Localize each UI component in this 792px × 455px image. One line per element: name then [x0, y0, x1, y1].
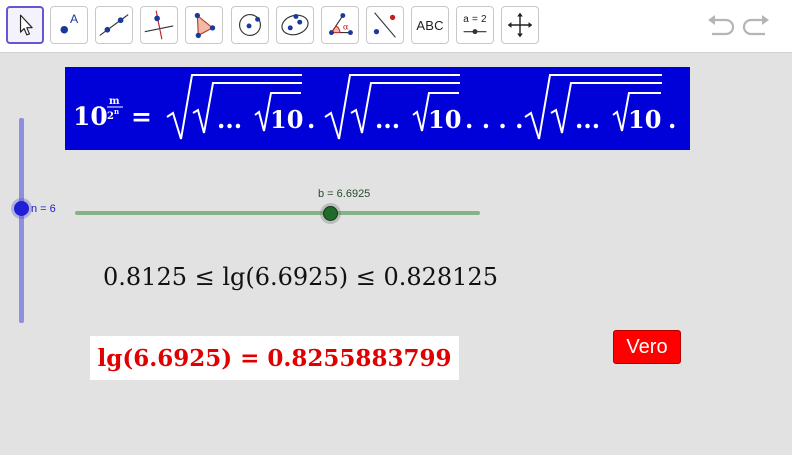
circle-tool-button[interactable]: [231, 6, 269, 44]
formula-ten-3: 10: [628, 105, 661, 134]
move-tool-button[interactable]: [6, 6, 44, 44]
formula-sep-1: .: [307, 105, 315, 134]
b-slider-track[interactable]: [75, 211, 480, 215]
formula-exp-num: m: [109, 96, 120, 107]
point-tool-button[interactable]: A: [50, 6, 88, 44]
circle-center-point-icon: [239, 14, 261, 36]
graphics-view[interactable]: 10 m 2 n = ... 10 . ... 10 . . . . ... 1…: [0, 53, 792, 455]
formula-middle-dots: . . . .: [465, 105, 524, 134]
formula-base: 10: [73, 102, 108, 131]
move-arrows-icon: [507, 12, 533, 38]
ellipse-tool-button[interactable]: [276, 6, 314, 44]
reflect-tool-button[interactable]: [366, 6, 404, 44]
text-tool-label: ABC: [416, 17, 444, 33]
polygon-icon: [194, 12, 216, 39]
angle-tool-button[interactable]: α: [321, 6, 359, 44]
point-tool-glyph: A: [70, 12, 79, 26]
formula-sep-3: .: [668, 105, 676, 134]
angle-icon: α: [329, 13, 353, 36]
ellipse-icon: [281, 14, 309, 36]
formula-dots-2: ...: [375, 105, 400, 134]
formula-equals: =: [131, 102, 152, 131]
n-slider-knob[interactable]: [14, 201, 29, 216]
formula-svg: 10 m 2 n = ... 10 . ... 10 . . . . ... 1…: [73, 74, 676, 140]
result-text: lg(6.6925) = 0.8255883799: [97, 344, 452, 372]
line-tool-button[interactable]: [95, 6, 133, 44]
redo-button[interactable]: [741, 12, 773, 40]
formula-ten-2: 10: [428, 105, 461, 134]
angle-tool-glyph: α: [343, 23, 349, 33]
formula-exp-den-base: 2: [107, 111, 114, 122]
inequality-text: 0.8125 ≤ lg(6.6925) ≤ 0.828125: [103, 263, 498, 291]
formula-dots-1: ...: [217, 105, 242, 134]
formula-ten-1: 10: [270, 105, 303, 134]
perpendicular-icon: [144, 10, 174, 40]
slider-icon: [463, 29, 487, 35]
line-through-points-icon: [99, 14, 129, 36]
text-tool-button[interactable]: ABC: [411, 6, 449, 44]
formula-box: 10 m 2 n = ... 10 . ... 10 . . . . ... 1…: [65, 67, 690, 150]
move-graphics-tool-button[interactable]: [501, 6, 539, 44]
b-slider-knob[interactable]: [323, 206, 338, 221]
slider-tool-button[interactable]: a = 2: [456, 6, 494, 44]
b-slider-label: b = 6.6925: [318, 188, 371, 200]
redo-icon: [742, 15, 769, 36]
reflect-about-line-icon: [373, 12, 396, 38]
vero-button[interactable]: Vero: [613, 330, 681, 364]
toolbar: A α ABC a = 2: [0, 0, 792, 53]
undo-button[interactable]: [704, 12, 736, 40]
undo-icon: [708, 15, 735, 36]
formula-dots-3: ...: [575, 105, 600, 134]
result-box: lg(6.6925) = 0.8255883799: [90, 336, 459, 380]
n-slider-track[interactable]: [19, 118, 24, 323]
arrow-pointer-icon: [19, 14, 33, 36]
n-slider-label: n = 6: [31, 203, 56, 215]
formula-exp-den-exp: n: [114, 107, 119, 116]
point-icon: A: [60, 12, 79, 34]
polygon-tool-button[interactable]: [185, 6, 223, 44]
perpendicular-line-tool-button[interactable]: [140, 6, 178, 44]
